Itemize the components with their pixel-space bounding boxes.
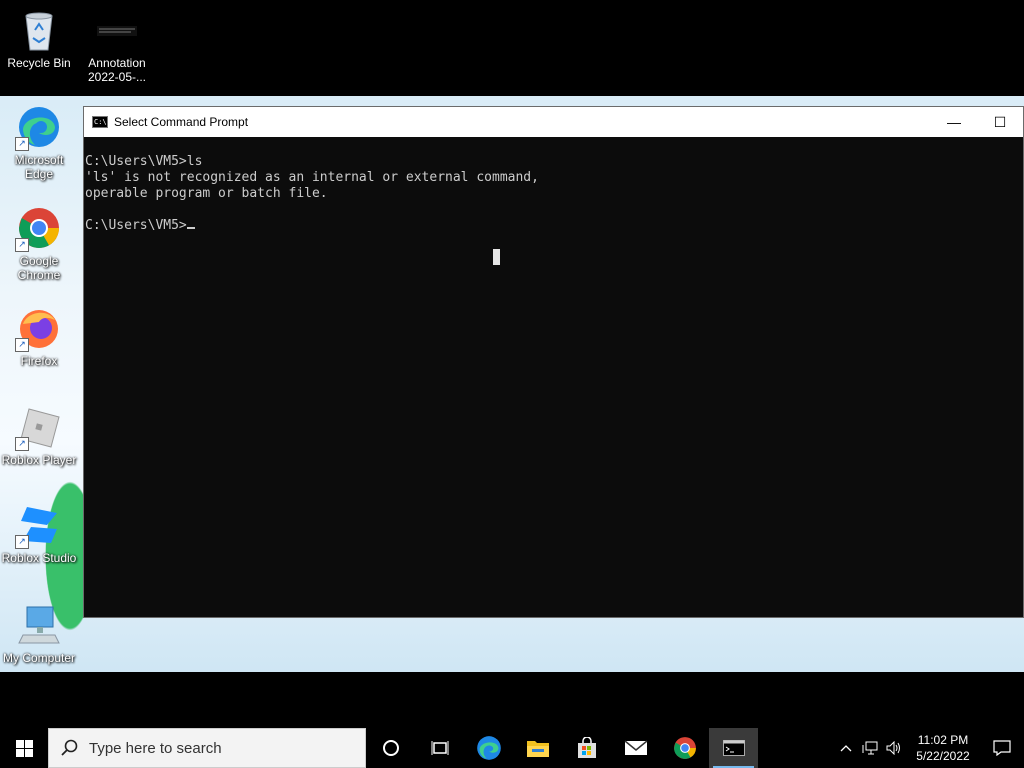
desktop-icon-recycle-bin[interactable]: Recycle Bin [1, 8, 77, 70]
chrome-icon: ↗ [15, 206, 61, 252]
store-icon[interactable] [562, 728, 611, 768]
desktop-black-band [0, 672, 1024, 728]
clock-time: 11:02 PM [917, 733, 969, 747]
desktop-icon-firefox[interactable]: ↗ Firefox [1, 306, 77, 368]
shortcut-arrow-icon: ↗ [15, 535, 29, 549]
console-line: operable program or batch file. [85, 186, 328, 201]
edge-icon[interactable] [464, 728, 513, 768]
windows-logo-icon [15, 739, 33, 757]
taskbar-search-box[interactable]: Type here to search [48, 728, 366, 768]
window-titlebar[interactable]: C:\ Select Command Prompt — ☐ [84, 107, 1023, 137]
chevron-up-icon[interactable] [834, 744, 858, 752]
mail-icon[interactable] [611, 728, 660, 768]
start-button[interactable] [0, 728, 48, 768]
volume-icon[interactable] [882, 741, 906, 755]
desktop-icon-annotation[interactable]: Annotation 2022-05-... [79, 8, 155, 84]
console-prompt: C:\Users\VM5> [85, 218, 187, 233]
text-cursor [186, 227, 195, 229]
console-output[interactable]: C:\Users\VM5>ls'ls' is not recognized as… [84, 137, 1023, 234]
desktop-icon-roblox-player[interactable]: ↗ Roblox Player [1, 405, 77, 467]
desktop-icon-label: My Computer [2, 651, 76, 665]
desktop-icon-label: Microsoft Edge [14, 153, 64, 181]
edge-icon: ↗ [15, 105, 61, 151]
console-line: 'ls' is not recognized as an internal or… [85, 170, 539, 185]
desktop-icon-label: Roblox Player [1, 453, 77, 467]
search-placeholder: Type here to search [89, 739, 222, 757]
search-icon [49, 739, 89, 757]
computer-icon [17, 603, 61, 647]
file-explorer-icon[interactable] [513, 728, 562, 768]
desktop-icon-my-computer[interactable]: My Computer [1, 603, 77, 665]
mouse-cursor-icon [493, 249, 500, 265]
minimize-button[interactable]: — [931, 107, 977, 137]
desktop-icon-chrome[interactable]: ↗ Google Chrome [1, 206, 77, 282]
document-thumbnail-icon [95, 8, 139, 52]
taskbar-clock[interactable]: 11:02 PM 5/22/2022 [906, 732, 980, 764]
desktop-icon-label: Annotation 2022-05-... [87, 56, 147, 84]
task-view-icon[interactable] [415, 728, 464, 768]
desktop-icon-label: Firefox [20, 354, 58, 368]
console-line: C:\Users\VM5>ls [85, 154, 203, 169]
command-prompt-icon: C:\ [92, 116, 108, 128]
network-icon[interactable] [858, 741, 882, 755]
cortana-icon[interactable] [366, 728, 415, 768]
desktop-icon-edge[interactable]: ↗ Microsoft Edge [1, 105, 77, 181]
firefox-icon: ↗ [15, 306, 61, 352]
window-title: Select Command Prompt [114, 115, 249, 129]
maximize-button[interactable]: ☐ [977, 107, 1023, 137]
desktop-icon-label: Recycle Bin [7, 56, 71, 70]
console-prompt-line: C:\Users\VM5> [85, 218, 1023, 234]
desktop-icon-label: Roblox Studio [1, 551, 77, 565]
command-prompt-window[interactable]: C:\ Select Command Prompt — ☐ C:\Users\V… [83, 106, 1024, 618]
clock-date: 5/22/2022 [916, 749, 970, 763]
roblox-studio-icon: ↗ [15, 503, 61, 549]
notification-center-icon[interactable] [980, 740, 1024, 756]
command-prompt-taskbar-icon[interactable] [709, 728, 758, 768]
shortcut-arrow-icon: ↗ [15, 437, 29, 451]
shortcut-arrow-icon: ↗ [15, 238, 29, 252]
chrome-icon[interactable] [660, 728, 709, 768]
roblox-player-icon: ↗ [15, 405, 61, 451]
system-tray: 11:02 PM 5/22/2022 [834, 728, 1024, 768]
shortcut-arrow-icon: ↗ [15, 338, 29, 352]
desktop-icon-label: Google Chrome [17, 254, 61, 282]
recycle-bin-icon [17, 8, 61, 52]
taskbar: Type here to search 11:02 PM 5/22/2022 [0, 728, 1024, 768]
desktop-icon-roblox-studio[interactable]: ↗ Roblox Studio [1, 503, 77, 565]
shortcut-arrow-icon: ↗ [15, 137, 29, 151]
